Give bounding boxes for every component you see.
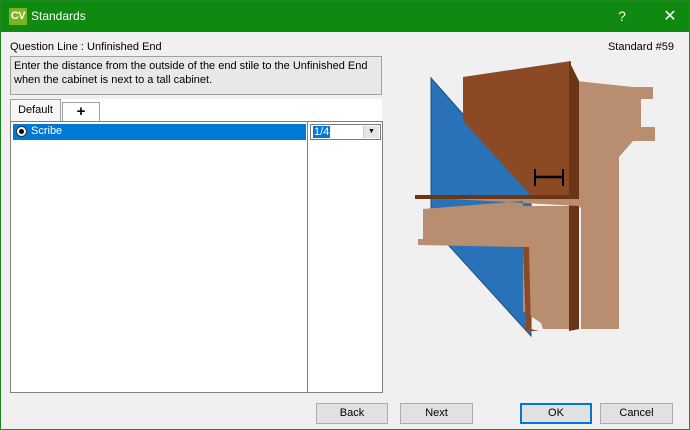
radio-selected-icon[interactable] [16, 126, 27, 137]
ok-button[interactable]: OK [520, 403, 592, 424]
add-tab-button[interactable]: + [62, 102, 100, 121]
tab-default[interactable]: Default [10, 99, 61, 122]
dropdown-arrow-icon[interactable]: ▼ [363, 126, 379, 138]
column-divider [307, 122, 308, 392]
description-box: Enter the distance from the outside of t… [10, 56, 382, 95]
back-button[interactable]: Back [316, 403, 388, 424]
window-title: Standards [31, 9, 86, 23]
scribe-diagram [415, 61, 655, 338]
standard-number-label: Standard #59 [607, 41, 674, 53]
standards-dialog: CV Standards ? ✕ Question Line : Unfinis… [0, 0, 690, 430]
list-item-scribe[interactable]: Scribe [13, 124, 306, 140]
app-icon: CV [9, 8, 27, 25]
close-button[interactable]: ✕ [651, 1, 689, 32]
next-button[interactable]: Next [400, 403, 473, 424]
help-button[interactable]: ? [607, 1, 637, 32]
cancel-button[interactable]: Cancel [600, 403, 673, 424]
value-combo[interactable]: 1/4 ▼ [310, 124, 381, 140]
close-icon: ✕ [663, 8, 677, 25]
option-label: Scribe [31, 125, 63, 137]
rail-top-edge [415, 195, 579, 199]
plus-icon: + [76, 103, 86, 120]
tab-strip: Default + [10, 99, 382, 122]
end-stile [576, 81, 655, 329]
value-input[interactable] [312, 126, 361, 139]
title-bar: CV Standards ? ✕ [1, 1, 689, 32]
options-list: Scribe 1/4 ▼ [10, 121, 383, 393]
question-line-label: Question Line : Unfinished End [10, 41, 162, 53]
